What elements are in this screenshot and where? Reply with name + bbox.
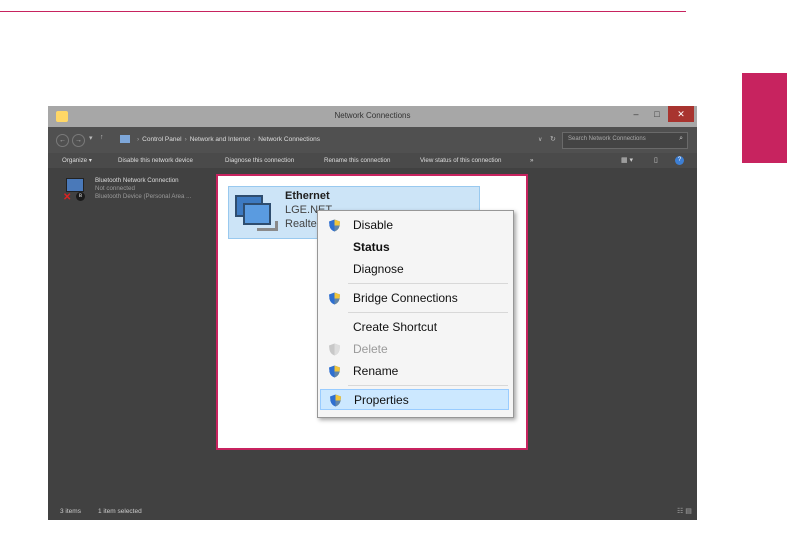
menu-item-disable[interactable]: Disable <box>320 215 509 235</box>
item-count: 3 items <box>60 508 81 515</box>
side-tab <box>742 73 787 163</box>
menu-item-label: Diagnose <box>353 262 404 276</box>
bluetooth-connection-text: Bluetooth Network Connection Not connect… <box>95 177 191 201</box>
history-dropdown-icon[interactable]: ▾ <box>89 134 93 142</box>
menu-item-label: Status <box>353 240 390 254</box>
forward-arrow-icon[interactable]: → <box>72 134 85 147</box>
menu-separator <box>348 385 508 386</box>
maximize-icon[interactable]: □ <box>647 106 667 122</box>
breadcrumb-network-and-internet[interactable]: Network and Internet <box>190 136 250 143</box>
change-view-icon[interactable]: ▦ ▾ <box>621 156 633 164</box>
search-icon[interactable]: ⌕ <box>679 135 683 143</box>
uac-shield-icon <box>329 219 340 232</box>
address-dropdown-icon[interactable]: ∨ <box>538 136 542 143</box>
uac-shield-icon <box>329 343 340 356</box>
diagnose-connection-button[interactable]: Diagnose this connection <box>225 157 294 164</box>
status-bar: 3 items 1 item selected ☷ ▤ <box>48 503 697 520</box>
uac-shield-icon <box>329 365 340 378</box>
organize-button[interactable]: Organize ▾ <box>62 157 92 164</box>
menu-item-label: Delete <box>353 342 388 356</box>
cable-icon <box>257 221 278 231</box>
view-status-button[interactable]: View status of this connection <box>420 157 501 164</box>
breadcrumb: › Control Panel › Network and Internet › Netw… <box>120 132 536 148</box>
menu-item-properties[interactable]: Properties <box>320 389 509 410</box>
breadcrumb-separator: › <box>137 136 140 143</box>
address-bar: ← → ▾ ↑ › Control Panel › Network and Inter… <box>48 127 697 153</box>
more-commands-button[interactable]: » <box>530 157 533 164</box>
menu-item-delete: Delete <box>320 339 509 359</box>
menu-item-label: Properties <box>354 393 409 407</box>
menu-item-create-shortcut[interactable]: Create Shortcut <box>320 317 509 337</box>
up-arrow-icon[interactable]: ↑ <box>100 134 104 141</box>
menu-item-rename[interactable]: Rename <box>320 361 509 381</box>
network-disconnected-icon: ✕ ʙ <box>62 176 88 206</box>
uac-shield-icon <box>330 394 341 407</box>
menu-item-label: Bridge Connections <box>353 291 458 305</box>
menu-separator <box>348 312 508 313</box>
breadcrumb-network-connections[interactable]: Network Connections <box>258 136 320 143</box>
top-rule <box>0 11 686 12</box>
connection-status: Not connected <box>95 185 135 192</box>
command-bar: Organize ▾ Disable this network device D… <box>48 153 697 168</box>
search-placeholder: Search Network Connections <box>568 136 646 142</box>
disable-device-button[interactable]: Disable this network device <box>118 157 193 164</box>
menu-separator <box>348 283 508 284</box>
search-input[interactable]: Search Network Connections ⌕ <box>562 132 688 149</box>
menu-item-bridge-connections[interactable]: Bridge Connections <box>320 288 509 308</box>
breadcrumb-control-panel[interactable]: Control Panel <box>142 136 181 143</box>
connection-name: Ethernet <box>285 190 330 202</box>
control-panel-icon <box>120 135 130 144</box>
connection-name: Bluetooth Network Connection <box>95 177 179 184</box>
menu-item-label: Disable <box>353 218 394 232</box>
selection-count: 1 item selected <box>98 508 142 515</box>
context-menu: Disable Status Diagnose Bridge Connectio… <box>317 210 514 418</box>
bluetooth-icon: ʙ <box>76 192 85 201</box>
back-arrow-icon[interactable]: ← <box>56 134 69 147</box>
menu-item-label: Create Shortcut <box>353 320 438 334</box>
disconnected-x-icon: ✕ <box>63 192 72 203</box>
breadcrumb-separator: › <box>184 136 187 143</box>
menu-item-status[interactable]: Status <box>320 237 509 257</box>
refresh-icon[interactable]: ↻ <box>550 135 556 143</box>
uac-shield-icon <box>329 292 340 305</box>
help-icon[interactable]: ? <box>675 156 684 165</box>
list-item-bluetooth[interactable]: ✕ ʙ Bluetooth Network Connection Not con… <box>62 176 242 210</box>
window-title: Network Connections <box>334 111 411 120</box>
title-bar: Network Connections – □ ✕ <box>48 106 697 127</box>
close-icon[interactable]: ✕ <box>668 106 694 122</box>
menu-item-label: Rename <box>353 364 399 378</box>
connection-device: Bluetooth Device (Personal Area ... <box>95 193 192 200</box>
monitor-icon <box>66 178 84 192</box>
minimize-icon[interactable]: – <box>626 106 646 122</box>
view-toggle-icon[interactable]: ☷ ▤ <box>677 507 692 515</box>
preview-pane-icon[interactable]: ▯ <box>654 156 658 164</box>
menu-item-diagnose[interactable]: Diagnose <box>320 259 509 279</box>
rename-connection-button[interactable]: Rename this connection <box>324 157 390 164</box>
ethernet-adapter-icon <box>233 191 279 235</box>
